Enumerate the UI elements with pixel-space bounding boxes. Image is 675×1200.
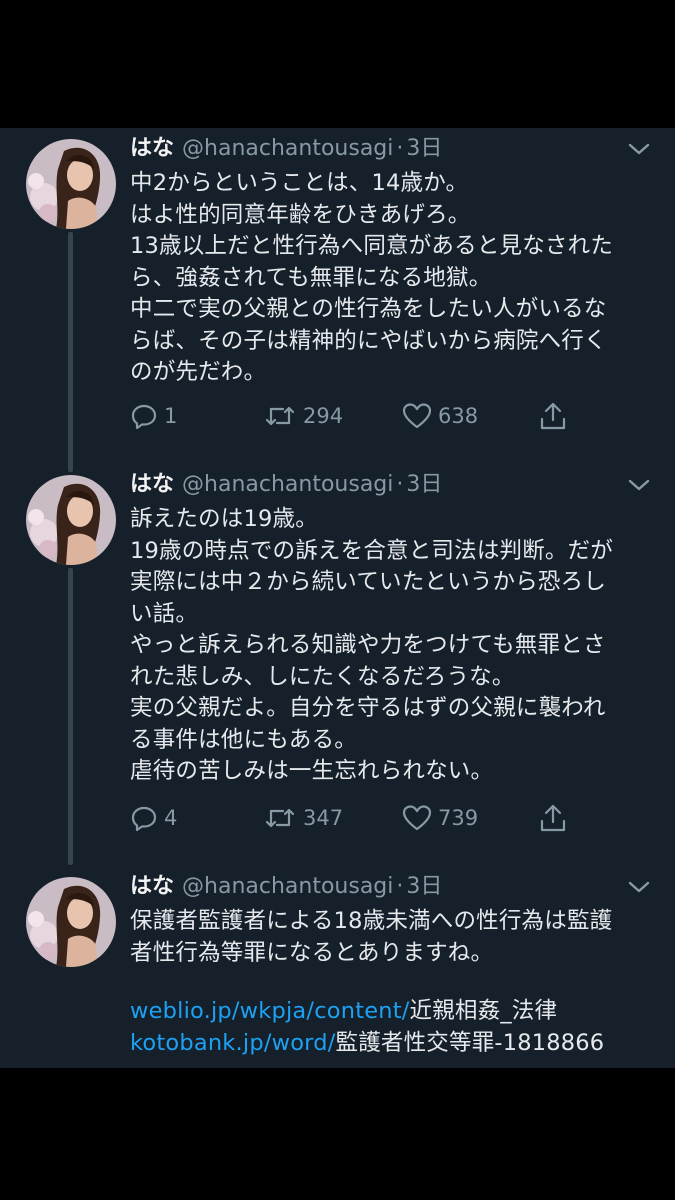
tweet-line: やっと訴えられる知識や力をつけても無罪とさ: [130, 632, 606, 658]
retweet-count: 347: [303, 806, 344, 830]
display-name[interactable]: はな: [130, 136, 174, 161]
user-handle[interactable]: @hanachantousagi: [182, 874, 393, 899]
share-button[interactable]: [538, 798, 568, 838]
tweet-text: 訴えたのは19歳。 19歳の時点での訴えを合意と司法は判断。だが 実際には中２か…: [130, 504, 650, 788]
heart-icon: [402, 804, 432, 832]
avatar[interactable]: [26, 475, 116, 565]
tweet-actions: 4 347 739: [130, 798, 590, 838]
reply-icon: [130, 804, 158, 832]
tweet-line: 中2からということは、14歳か。: [130, 170, 469, 196]
tweet-line: い話。: [130, 600, 199, 627]
like-button[interactable]: 739: [402, 798, 478, 838]
reply-button[interactable]: 1: [130, 396, 177, 436]
tweet-line: 実の父親だよ。自分を守るはずの父親に襲われ: [130, 695, 606, 721]
tweet-line: 訴えたのは19歳。: [130, 506, 318, 532]
reply-icon: [130, 402, 158, 430]
tweet-line: のが先だわ。: [130, 359, 267, 385]
tweet-line: 13歳以上だと性行為へ同意があると見なされた: [130, 233, 614, 259]
thread-connector: [68, 568, 73, 865]
link-text[interactable]: 監護者性交等罪-1818866: [336, 1030, 605, 1056]
display-name[interactable]: はな: [130, 472, 174, 497]
separator: ·: [396, 472, 404, 497]
tweet-line: 19歳の時点での訴えを合意と司法は判断。だが: [130, 537, 614, 564]
tweet-line: る事件は他にもある。: [130, 726, 358, 753]
heart-icon: [402, 402, 432, 430]
tweet-line: れた悲しみ、しにたくなるだろうな。: [130, 663, 515, 690]
timestamp[interactable]: 3日: [406, 472, 442, 497]
tweet-line: 中二で実の父親との性行為をしたい人がいるな: [130, 296, 607, 322]
avatar[interactable]: [26, 139, 116, 229]
display-name[interactable]: はな: [130, 874, 174, 899]
tweet-actions: 1 294 638: [130, 396, 590, 436]
link-url[interactable]: kotobank.jp/word/: [130, 1030, 336, 1056]
avatar[interactable]: [26, 877, 116, 967]
share-icon: [538, 803, 568, 833]
share-button[interactable]: [538, 396, 568, 436]
separator: ·: [396, 874, 404, 899]
retweet-icon: [263, 402, 297, 430]
tweet-line: らば、その子は精神的にやばいから病院へ行く: [130, 327, 607, 354]
tweet-line: はよ性的同意年齢をひきあげろ。: [130, 201, 471, 228]
tweet-line: 者性行為等罪になるとありますね。: [130, 939, 494, 966]
link-line[interactable]: kotobank.jp/word/監護者性交等罪-1818866: [130, 1028, 650, 1060]
retweet-button[interactable]: 294: [263, 396, 343, 436]
link-line[interactable]: weblio.jp/wkpja/content/近親相姦_法律: [130, 996, 650, 1028]
reply-count: 4: [164, 806, 178, 830]
link-text[interactable]: 近親相姦_法律: [410, 998, 558, 1024]
like-count: 739: [438, 806, 479, 830]
chevron-down-icon[interactable]: [626, 878, 652, 896]
tweet-text: 中2からということは、14歳か。 はよ性的同意年齢をひきあげろ。 13歳以上だと…: [130, 168, 650, 389]
tweet-line: ら、強姦されても無罪になる地獄。: [130, 264, 492, 291]
like-count: 638: [438, 404, 479, 428]
timeline: はな @hanachantousagi · 3日 中2からということは、14歳か。 は…: [0, 128, 675, 1068]
reply-count: 1: [164, 404, 178, 428]
like-button[interactable]: 638: [402, 396, 478, 436]
reply-button[interactable]: 4: [130, 798, 177, 838]
chevron-down-icon[interactable]: [626, 140, 652, 158]
chevron-down-icon[interactable]: [626, 476, 652, 494]
share-icon: [538, 401, 568, 431]
retweet-count: 294: [303, 404, 344, 428]
retweet-button[interactable]: 347: [263, 798, 343, 838]
tweet-line: 保護者監護者による18歳未満への性行為は監護: [130, 908, 613, 934]
timestamp[interactable]: 3日: [406, 136, 442, 161]
tweet-text: 保護者監護者による18歳未満への性行為は監護 者性行為等罪になるとありますね。: [130, 906, 650, 969]
tweet-line: 虐待の苦しみは一生忘れられない。: [130, 758, 494, 784]
tweet-line: 実際には中２から続いていたというから恐ろし: [130, 569, 607, 595]
thread-connector: [68, 232, 73, 472]
tweet-links: weblio.jp/wkpja/content/近親相姦_法律 kotobank…: [130, 996, 650, 1059]
user-handle[interactable]: @hanachantousagi: [182, 136, 393, 161]
timestamp[interactable]: 3日: [406, 874, 442, 899]
retweet-icon: [263, 804, 297, 832]
link-url[interactable]: weblio.jp/wkpja/content/: [130, 998, 410, 1024]
user-handle[interactable]: @hanachantousagi: [182, 472, 393, 497]
separator: ·: [396, 136, 404, 161]
